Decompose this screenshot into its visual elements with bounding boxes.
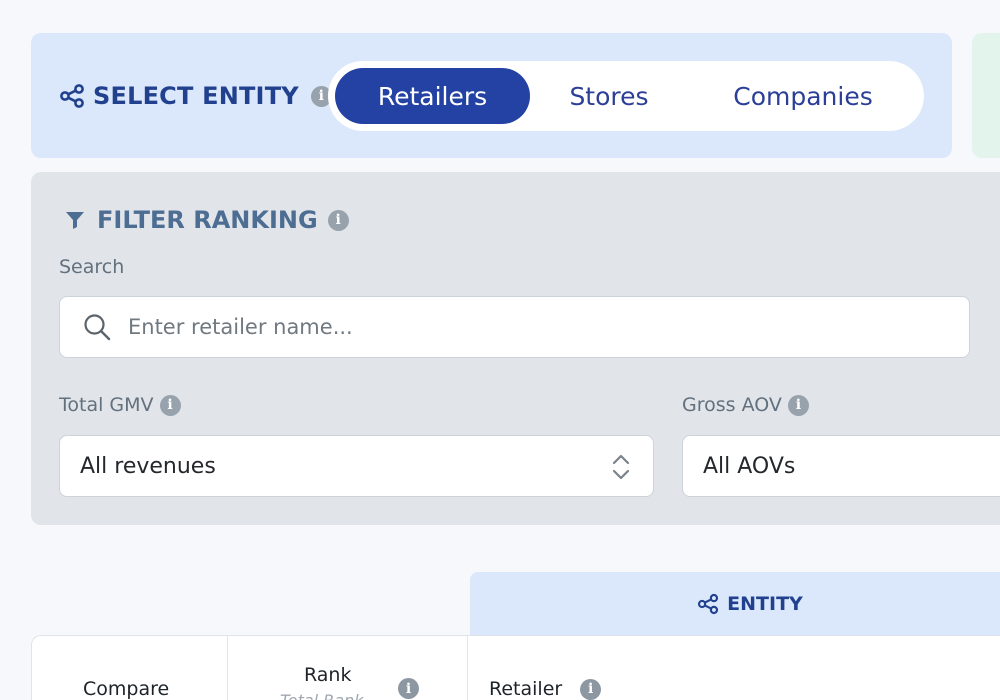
total-gmv-label-group: Total GMV i (59, 394, 181, 416)
gross-aov-value: All AOVs (703, 453, 796, 479)
select-entity-panel: SELECT ENTITY i Retailers Stores Compani… (31, 33, 952, 158)
total-gmv-select[interactable]: All revenues (59, 435, 654, 497)
entity-segmented-control: Retailers Stores Companies (328, 61, 924, 131)
filter-icon (66, 212, 84, 229)
search-input[interactable] (128, 315, 928, 339)
tab-companies[interactable]: Companies (688, 68, 918, 124)
search-field[interactable] (59, 296, 970, 358)
info-icon[interactable]: i (398, 678, 419, 699)
entity-column-title: ENTITY (727, 593, 803, 615)
retailer-column-header-group: Retailer i (489, 678, 602, 700)
gross-aov-label: Gross AOV (682, 394, 782, 416)
compare-column-header: Compare (83, 678, 170, 700)
retailer-column-header[interactable]: Retailer (489, 678, 562, 700)
rank-column-header[interactable]: Rank (304, 664, 351, 686)
rank-column-subheader: Total Rank (280, 691, 364, 700)
search-icon (84, 314, 111, 341)
info-icon[interactable]: i (327, 209, 349, 231)
share-icon (698, 593, 719, 615)
total-gmv-label: Total GMV (59, 394, 154, 416)
column-divider (467, 636, 468, 700)
info-icon[interactable]: i (159, 394, 181, 416)
select-entity-title: SELECT ENTITY (93, 82, 299, 110)
filter-ranking-panel: FILTER RANKING i Search Total GMV i All … (31, 172, 1000, 525)
filter-ranking-heading: FILTER RANKING i (63, 203, 349, 237)
total-gmv-value: All revenues (80, 453, 216, 479)
select-updown-icon (612, 454, 630, 480)
info-icon[interactable]: i (580, 678, 602, 700)
column-divider (227, 636, 228, 700)
search-label: Search (59, 256, 125, 278)
tab-stores[interactable]: Stores (530, 68, 688, 124)
filter-ranking-title: FILTER RANKING (97, 206, 318, 234)
table-header: Compare Rank Total Rank i Retailer i (31, 635, 1000, 700)
select-entity-heading: SELECT ENTITY i (59, 79, 332, 113)
share-icon (60, 84, 84, 108)
gross-aov-select[interactable]: All AOVs (682, 435, 1000, 497)
entity-column-group: ENTITY (470, 572, 1000, 636)
info-icon[interactable]: i (787, 394, 809, 416)
adjacent-panel-edge (972, 33, 1000, 158)
page: SELECT ENTITY i Retailers Stores Compani… (0, 0, 1000, 700)
gross-aov-label-group: Gross AOV i (682, 394, 809, 416)
tab-retailers[interactable]: Retailers (335, 68, 530, 124)
